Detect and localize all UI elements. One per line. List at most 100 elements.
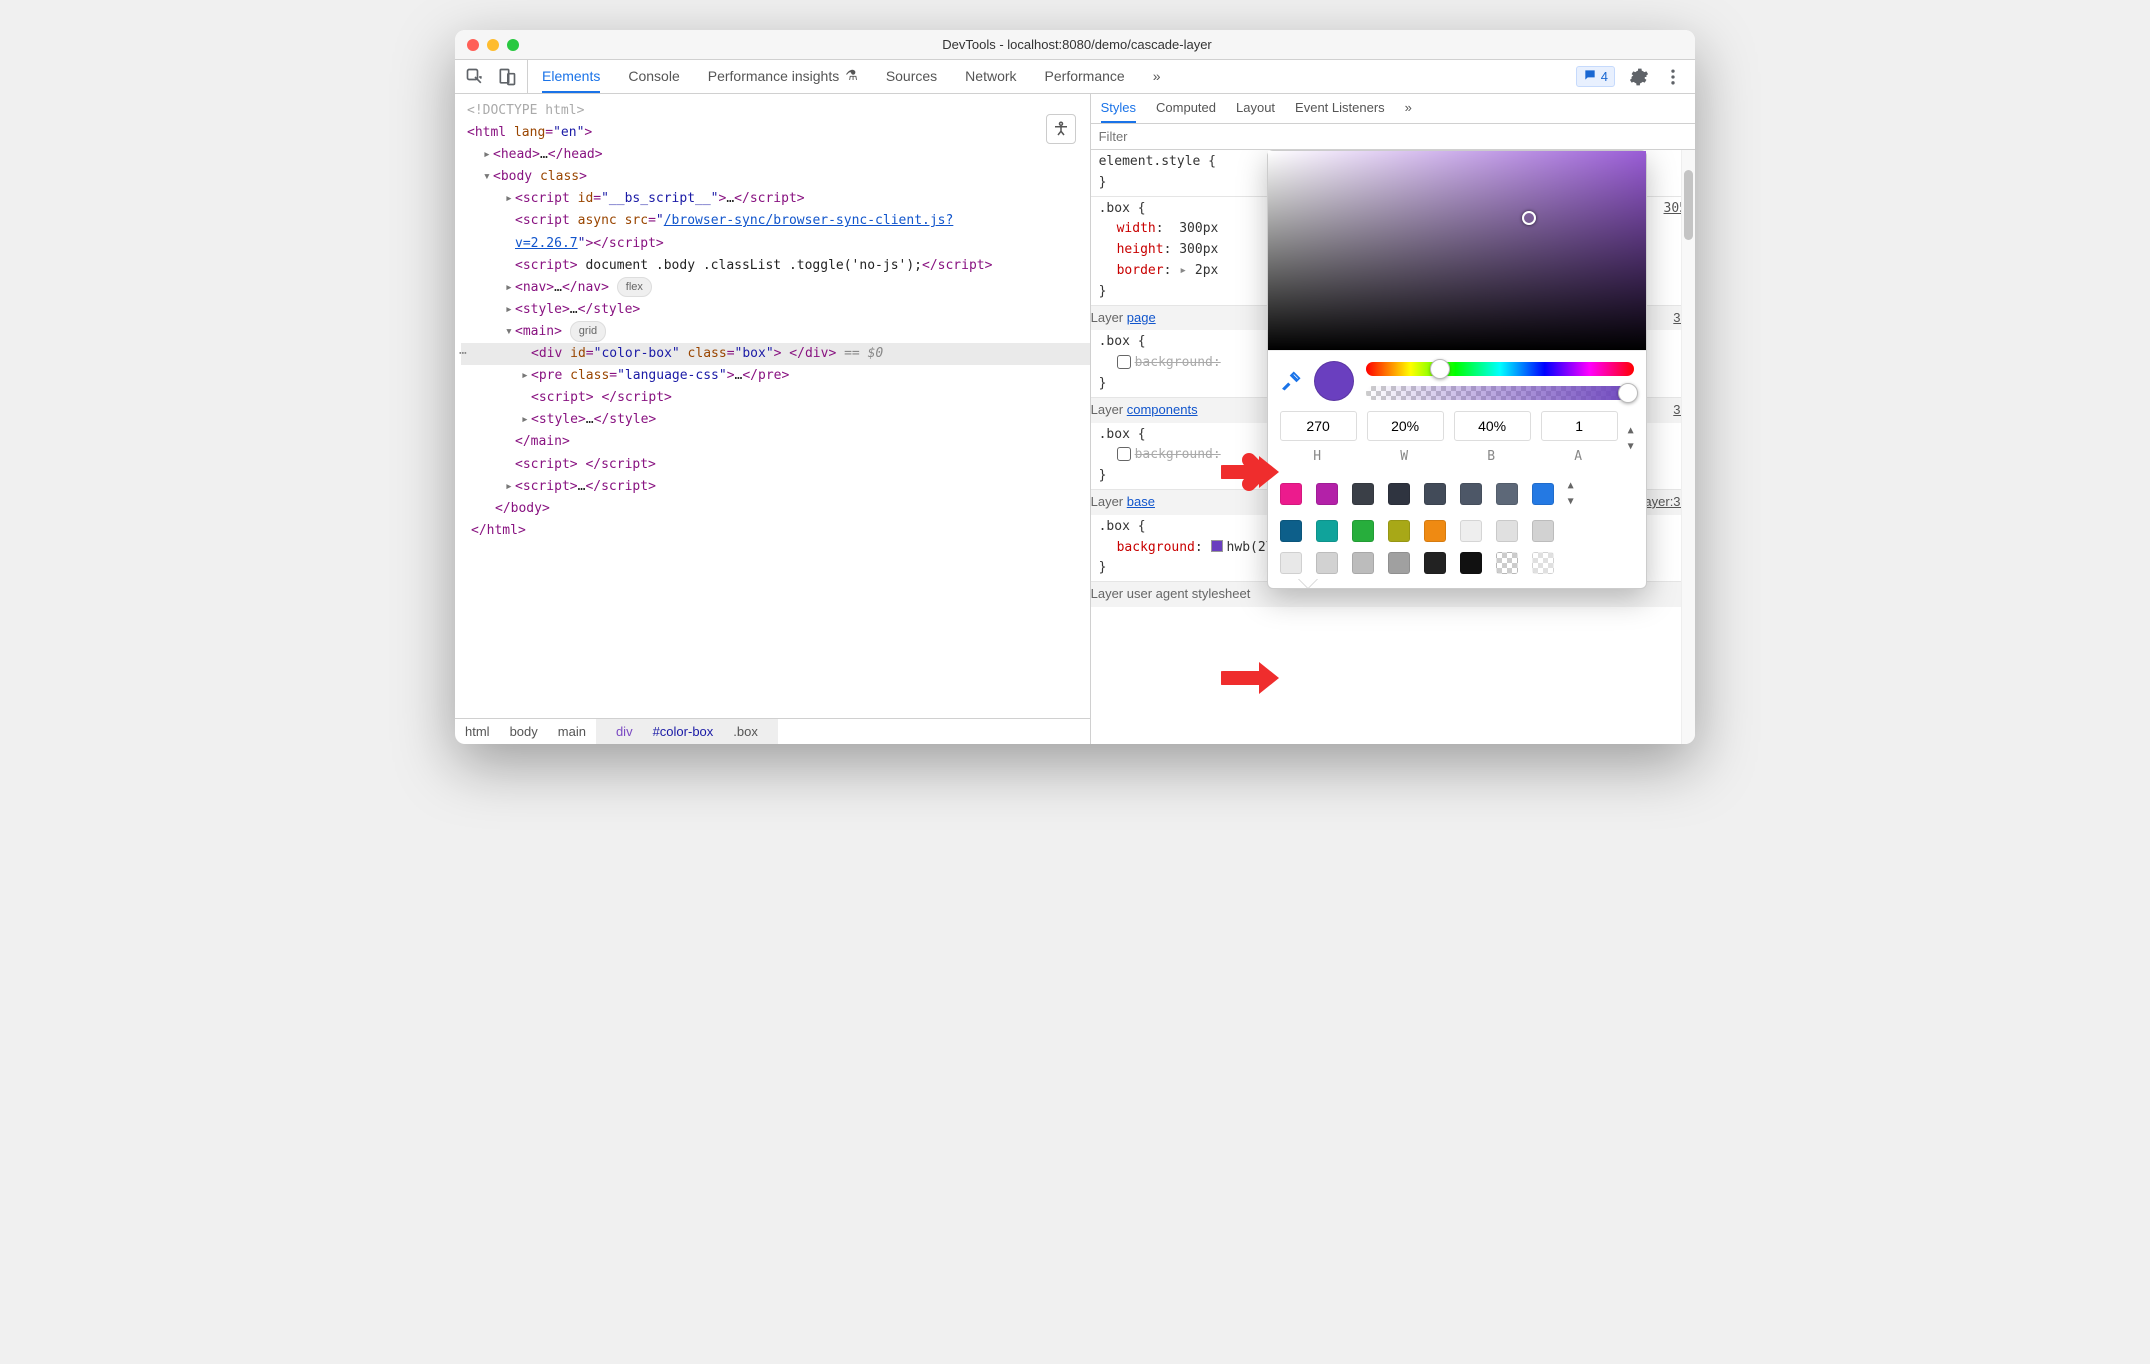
palette-swatch[interactable] [1496,483,1518,505]
palette-swatch[interactable] [1352,552,1374,574]
main-toolbar: Elements Console Performance insights ⚗ … [455,60,1695,94]
sidebar-tab-event-listeners[interactable]: Event Listeners [1295,94,1385,123]
tab-elements[interactable]: Elements [542,60,600,93]
layer-link-components[interactable]: components [1127,402,1198,417]
element-style-selector[interactable]: element.style [1099,154,1201,169]
palette-swatch[interactable] [1496,520,1518,542]
hue-input[interactable] [1280,411,1357,441]
sidebar-tabs-overflow-icon[interactable]: » [1405,94,1412,123]
blackness-label: B [1454,447,1531,468]
tab-performance-insights[interactable]: Performance insights ⚗ [708,60,858,93]
palette-swatch[interactable] [1532,483,1554,505]
palette-swatch[interactable] [1424,483,1446,505]
current-color-swatch [1314,361,1354,401]
palette-swatch[interactable] [1496,552,1518,574]
inline-script-body: document .body .classList .toggle('no-js… [578,258,922,273]
kebab-menu-icon[interactable] [1663,67,1683,87]
whiteness-label: W [1367,447,1444,468]
breadcrumb-item[interactable]: html [455,724,500,739]
palette-swatch[interactable] [1388,552,1410,574]
alpha-label: A [1541,447,1618,468]
scrollbar[interactable] [1681,150,1695,744]
saturation-value-area[interactable] [1268,151,1646,351]
console-messages-chip[interactable]: 4 [1576,66,1615,87]
message-icon [1583,68,1597,85]
tab-network[interactable]: Network [965,60,1016,93]
struck-property[interactable]: background: [1135,355,1221,370]
color-palette: ▲▼ [1268,472,1646,588]
elements-panel: <!DOCTYPE html> <html lang="en"> ▸<head>… [455,94,1091,744]
traffic-lights [467,39,519,51]
breadcrumb: html body main div#color-box.box [455,718,1090,744]
palette-swatch[interactable] [1424,552,1446,574]
palette-swatch[interactable] [1460,552,1482,574]
tab-label: Performance insights [708,68,840,84]
hue-slider[interactable] [1366,362,1634,376]
device-toggle-icon[interactable] [497,67,517,87]
window-title: DevTools - localhost:8080/demo/cascade-l… [519,37,1635,52]
tab-console[interactable]: Console [628,60,679,93]
dom-tree[interactable]: <!DOCTYPE html> <html lang="en"> ▸<head>… [455,94,1090,718]
accessibility-tree-icon[interactable] [1046,114,1076,144]
breadcrumb-item[interactable]: main [548,724,596,739]
doctype-line: <!DOCTYPE html> [467,103,584,118]
palette-swatch[interactable] [1532,552,1554,574]
zoom-window-button[interactable] [507,39,519,51]
layout-badge-grid[interactable]: grid [570,321,606,342]
property-toggle-checkbox[interactable] [1117,355,1131,369]
minimize-window-button[interactable] [487,39,499,51]
flask-icon: ⚗ [845,67,858,84]
annotation-arrow-icon [1221,450,1281,494]
palette-swatch[interactable] [1424,520,1446,542]
tab-sources[interactable]: Sources [886,60,937,93]
breadcrumb-item-selected[interactable]: div#color-box.box [596,719,778,744]
alpha-input[interactable] [1541,411,1618,441]
struck-property[interactable]: background: [1135,447,1221,462]
color-inputs-row: H W B A ▲▼ [1268,411,1646,472]
selected-node-console: == $0 [844,346,883,361]
selected-node-actions-icon[interactable]: ⋯ [459,343,467,365]
styles-panel: Styles Computed Layout Event Listeners »… [1091,94,1695,744]
layer-link-base[interactable]: base [1127,494,1155,509]
titlebar: DevTools - localhost:8080/demo/cascade-l… [455,30,1695,60]
palette-swatch[interactable] [1316,483,1338,505]
tab-performance[interactable]: Performance [1045,60,1125,93]
close-window-button[interactable] [467,39,479,51]
hue-label: H [1280,447,1357,468]
tabs-overflow-icon[interactable]: » [1153,60,1161,93]
palette-swatch[interactable] [1352,520,1374,542]
breadcrumb-item[interactable]: body [500,724,548,739]
layout-badge-flex[interactable]: flex [617,277,652,298]
sidebar-tab-layout[interactable]: Layout [1236,94,1275,123]
property-toggle-checkbox[interactable] [1117,447,1131,461]
layer-link-page[interactable]: page [1127,310,1156,325]
palette-swatch[interactable] [1280,483,1302,505]
color-picker-popover: H W B A ▲▼ ▲▼ [1267,150,1647,589]
whiteness-input[interactable] [1367,411,1444,441]
palette-swatch[interactable] [1280,552,1302,574]
palette-swatch[interactable] [1532,520,1554,542]
palette-scroll[interactable]: ▲▼ [1568,478,1582,510]
sidebar-tab-computed[interactable]: Computed [1156,94,1216,123]
palette-swatch[interactable] [1460,483,1482,505]
styles-filter-input[interactable] [1091,129,1695,144]
palette-swatch[interactable] [1316,552,1338,574]
selected-dom-node[interactable]: ⋯ <div id="color-box" class="box"> </div… [461,343,1090,365]
settings-icon[interactable] [1629,67,1649,87]
eyedropper-icon[interactable] [1280,370,1302,392]
palette-swatch[interactable] [1280,520,1302,542]
palette-swatch[interactable] [1460,520,1482,542]
palette-swatch[interactable] [1352,483,1374,505]
devtools-window: DevTools - localhost:8080/demo/cascade-l… [455,30,1695,744]
messages-count: 4 [1601,69,1608,84]
palette-swatch[interactable] [1388,483,1410,505]
alpha-slider[interactable] [1366,386,1634,400]
inspect-element-icon[interactable] [465,67,485,87]
palette-swatch[interactable] [1388,520,1410,542]
palette-swatch[interactable] [1316,520,1338,542]
sv-picker-ring[interactable] [1522,211,1536,225]
sidebar-tab-styles[interactable]: Styles [1101,94,1136,123]
blackness-input[interactable] [1454,411,1531,441]
color-swatch[interactable] [1211,540,1223,552]
color-format-toggle[interactable]: ▲▼ [1628,423,1634,455]
